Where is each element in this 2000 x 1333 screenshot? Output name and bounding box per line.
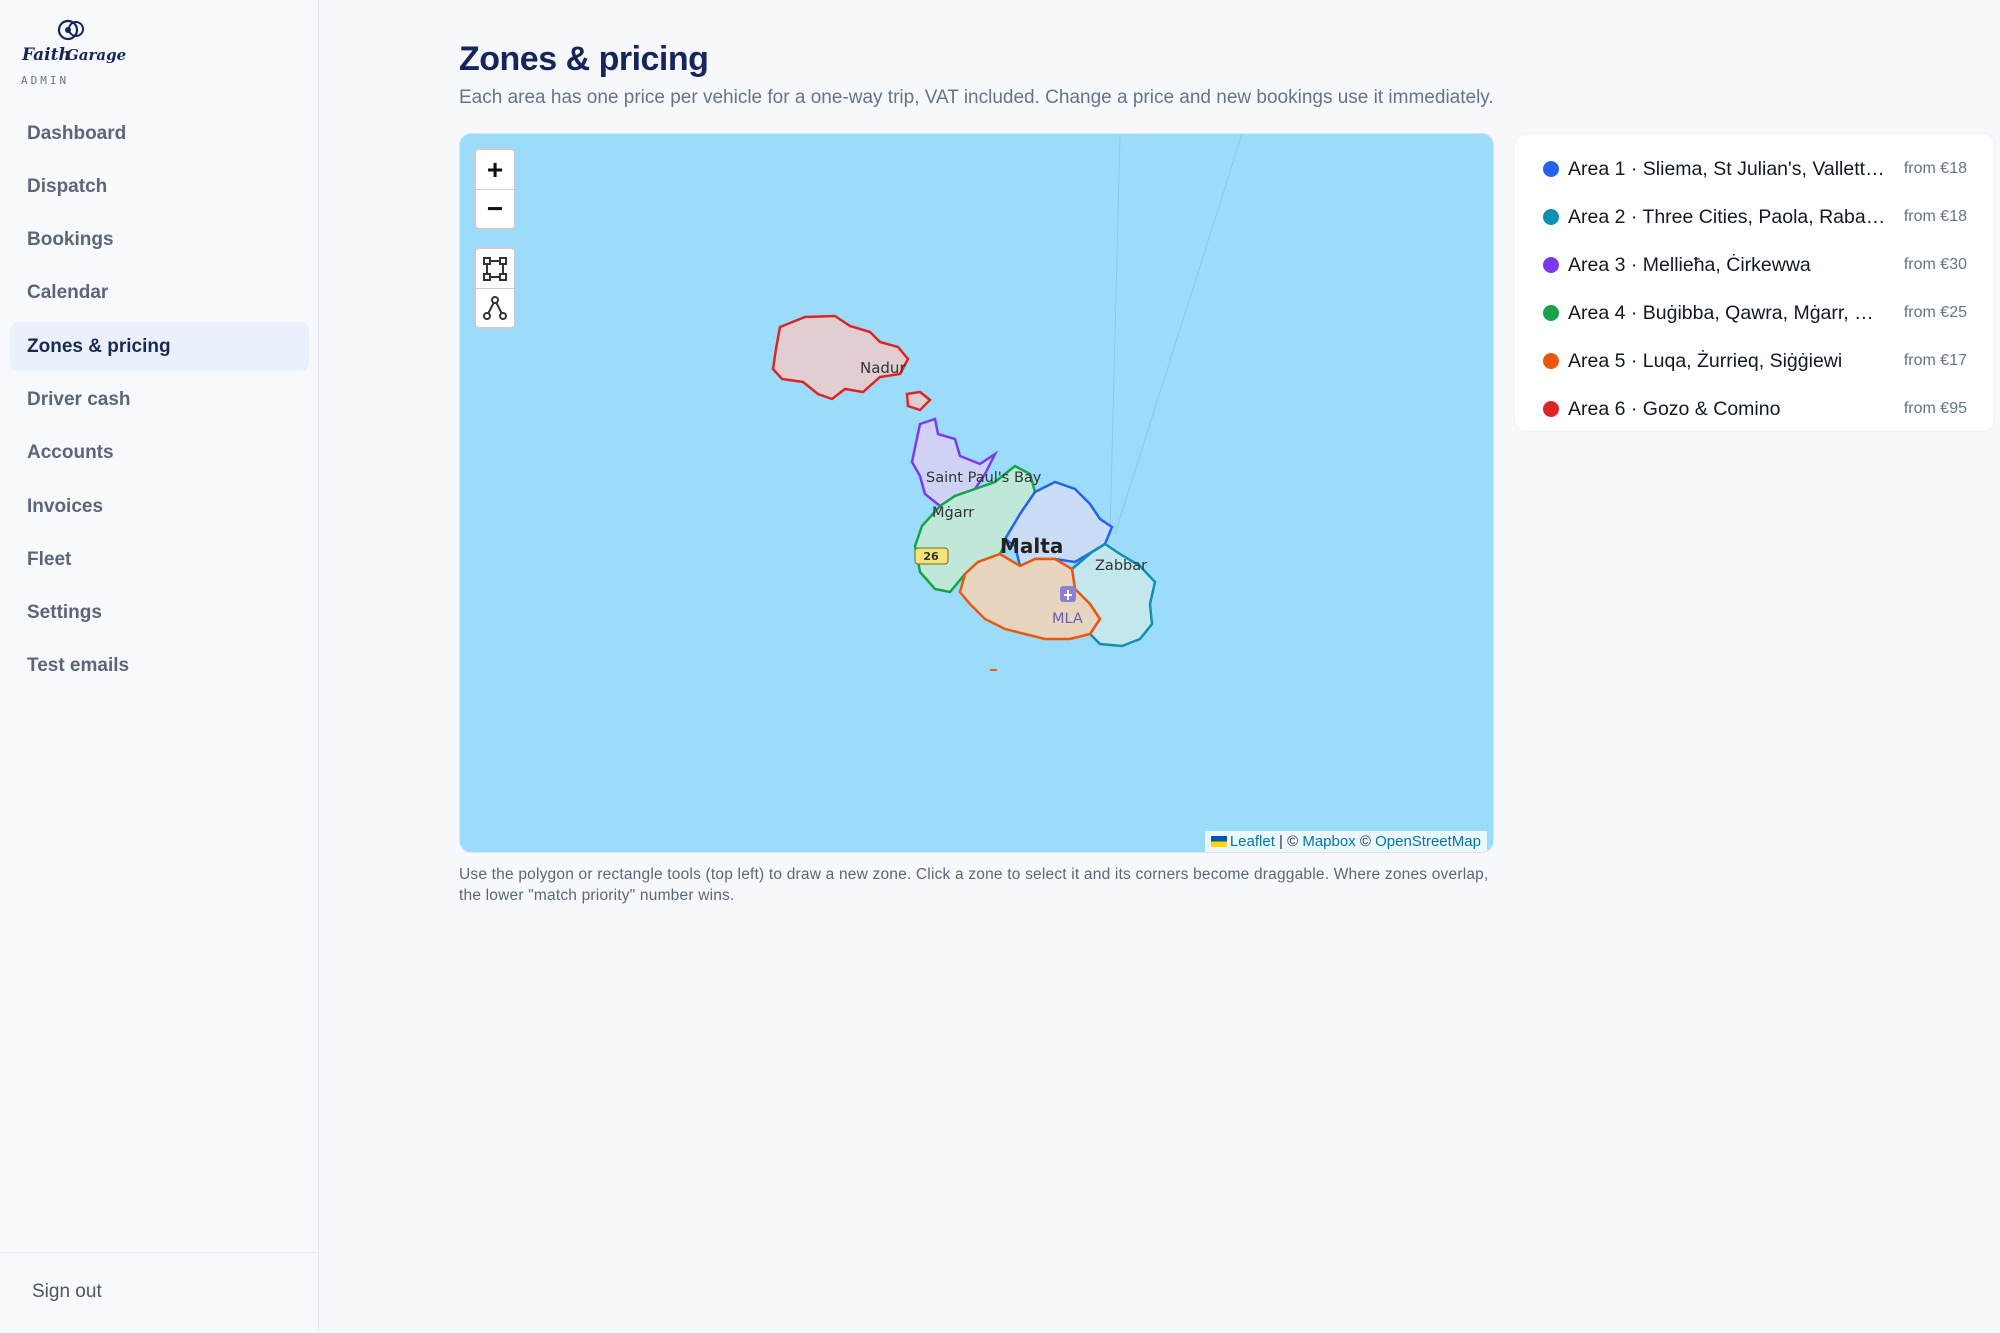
zoom-control: + − [474, 148, 516, 230]
zone-row-area-2[interactable]: Area 2 · Three Cities, Paola, Rabat, Żab… [1515, 193, 1994, 241]
zone-area-6[interactable] [771, 314, 910, 401]
openstreetmap-link[interactable]: OpenStreetMap [1375, 833, 1481, 850]
ukraine-flag-icon [1210, 836, 1227, 847]
zone-area-6-comino[interactable] [905, 390, 932, 412]
sidebar-item-bookings[interactable]: Bookings [10, 216, 309, 265]
sidebar-item-invoices[interactable]: Invoices [10, 482, 309, 531]
admin-label: ADMIN [21, 74, 70, 87]
sidebar-item-zones-pricing[interactable]: Zones & pricing [10, 322, 309, 372]
attribution-copy: © [1355, 833, 1376, 850]
zone-color-dot [1543, 161, 1559, 177]
zoom-out-button[interactable]: − [476, 189, 514, 228]
zone-name: Area 3 · Mellieħa, Ċirkewwa [1568, 253, 1811, 276]
map-label-mla: MLA [1052, 611, 1083, 627]
zones-map[interactable]: 26 Nadur Saint Paul's Bay Mġarr Malta Za… [459, 133, 1494, 853]
sidebar-footer: Sign out [0, 1252, 319, 1333]
zone-color-dot [1543, 305, 1559, 321]
map-line [1114, 134, 1243, 535]
zone-name: Area 1 · Sliema, St Julian's, Valletta, … [1568, 157, 1888, 180]
road-shield-label: 26 [923, 550, 939, 563]
zone-price: from €25 [1903, 304, 1967, 321]
draw-polygon-button[interactable] [476, 288, 514, 327]
sidebar: Faith Garage ADMIN Dashboard Dispatch Bo… [0, 0, 319, 1333]
sidebar-item-driver-cash[interactable]: Driver cash [10, 375, 309, 424]
svg-text:Garage: Garage [66, 46, 126, 64]
zone-row-area-1[interactable]: Area 1 · Sliema, St Julian's, Valletta, … [1515, 145, 1994, 193]
draw-toolbar [474, 247, 516, 329]
map-label-zabbar: Zabbar [1095, 558, 1147, 574]
zone-price: from €95 [1903, 400, 1967, 417]
map-canvas[interactable]: 26 Nadur Saint Paul's Bay Mġarr Malta Za… [460, 134, 1494, 853]
zone-row-area-3[interactable]: Area 3 · Mellieħa, Ċirkewwa from €30 [1515, 241, 1994, 289]
sidebar-item-dashboard[interactable]: Dashboard [10, 109, 309, 158]
map-label-mgarr: Mġarr [932, 505, 974, 521]
svg-text:Faith: Faith [21, 45, 71, 65]
sidebar-nav: Dashboard Dispatch Bookings Calendar Zon… [10, 109, 309, 695]
zone-row-area-4[interactable]: Area 4 · Buġibba, Qawra, Mġarr, Mosta fr… [1515, 289, 1994, 337]
sign-out-button[interactable]: Sign out [32, 1281, 102, 1303]
map-label-saint-pauls-bay: Saint Paul's Bay [926, 470, 1042, 486]
zone-name: Area 6 · Gozo & Comino [1568, 397, 1781, 420]
zones-legend: Area 1 · Sliema, St Julian's, Valletta, … [1514, 133, 1995, 432]
zone-color-dot [1543, 257, 1559, 273]
page-title: Zones & pricing [459, 40, 709, 78]
zone-row-area-5[interactable]: Area 5 · Luqa, Żurrieq, Siġġiewi from €1… [1515, 337, 1994, 385]
zone-price: from €18 [1903, 208, 1967, 225]
mapbox-link[interactable]: Mapbox [1302, 833, 1355, 850]
zone-color-dot [1543, 209, 1559, 225]
page-subtitle: Each area has one price per vehicle for … [459, 87, 1494, 108]
zone-color-dot [1543, 401, 1559, 417]
zone-price: from €18 [1903, 160, 1967, 177]
map-line [1109, 134, 1121, 535]
zone-row-area-6[interactable]: Area 6 · Gozo & Comino from €95 [1515, 385, 1994, 433]
draw-rectangle-button[interactable] [476, 249, 514, 288]
zone-price: from €30 [1903, 256, 1967, 273]
zone-name: Area 2 · Three Cities, Paola, Rabat, Żab… [1568, 205, 1888, 228]
map-attribution: Leaflet | © Mapbox © OpenStreetMap [1204, 831, 1487, 852]
rectangle-icon [483, 256, 507, 281]
zone-name: Area 5 · Luqa, Żurrieq, Siġġiewi [1568, 349, 1843, 372]
zone-name: Area 4 · Buġibba, Qawra, Mġarr, Mosta [1568, 301, 1888, 324]
sidebar-item-calendar[interactable]: Calendar [10, 269, 309, 318]
sidebar-item-settings[interactable]: Settings [10, 589, 309, 638]
map-label-malta: Malta [1000, 534, 1063, 558]
map-help-text: Use the polygon or rectangle tools (top … [459, 866, 1489, 904]
attribution-sep: | © [1274, 833, 1303, 850]
leaflet-link[interactable]: Leaflet [1230, 833, 1275, 850]
sidebar-item-test-emails[interactable]: Test emails [10, 642, 309, 691]
zone-color-dot [1543, 353, 1559, 369]
sidebar-item-fleet[interactable]: Fleet [10, 535, 309, 584]
sidebar-item-dispatch[interactable]: Dispatch [10, 162, 309, 211]
polygon-icon [483, 296, 507, 320]
zone-price: from €17 [1903, 352, 1967, 369]
map-label-nadur: Nadur [860, 359, 906, 377]
zoom-in-button[interactable]: + [476, 150, 514, 189]
sidebar-item-accounts[interactable]: Accounts [10, 429, 309, 478]
